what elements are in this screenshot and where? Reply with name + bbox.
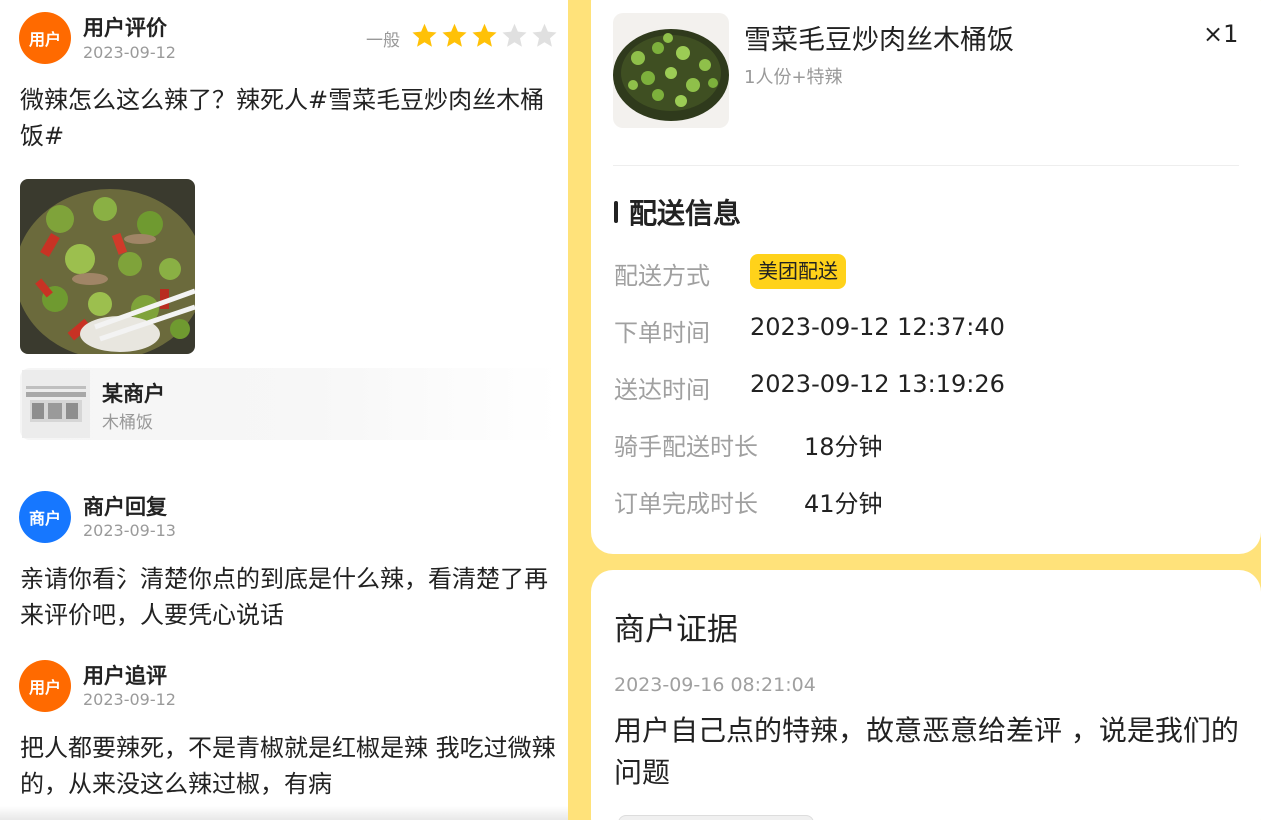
review-date: 2023-09-12 [83, 43, 176, 62]
merchant-avatar[interactable]: 商户 [19, 491, 71, 543]
reply-text: 亲请你看氵清楚你点的到底是什么辣，看清楚了再来评价吧，人要凭心说话 [20, 565, 548, 629]
evidence-title: 商户证据 [614, 612, 738, 648]
order-time-label: 下单时间 [614, 319, 710, 347]
section-marker [614, 201, 618, 223]
order-panel: 雪菜毛豆炒肉丝木桶饭 1人份+特辣 ×1 配送信息 配送方式 美团配送 下单时间… [568, 0, 1261, 820]
divider [0, 806, 568, 820]
evidence-photo[interactable] [618, 815, 814, 820]
completion-duration-value: 41分钟 [804, 490, 883, 518]
user-avatar[interactable]: 用户 [19, 660, 71, 712]
delivery-method-label: 配送方式 [614, 262, 710, 290]
completion-duration-label: 订单完成时长 [614, 490, 758, 518]
delivery-section-title: 配送信息 [629, 197, 742, 230]
followup-text: 把人都要辣死，不是青椒就是红椒是辣 我吃过微辣的，从来没这么辣过椒，有病 [20, 734, 556, 798]
product-spec: 1人份+特辣 [744, 67, 843, 88]
star-empty-icon [532, 23, 557, 47]
review-text: 微辣怎么这么辣了？辣死人#雪菜毛豆炒肉丝木桶饭# [20, 86, 545, 150]
star-filled-icon [472, 23, 497, 47]
review-panel: 用户 用户评价 2023-09-12 一般 微辣怎么这么辣了？辣死人#雪菜毛豆炒… [0, 0, 568, 820]
shop-name: 某商户 [102, 382, 165, 406]
order-time-value: 2023-09-12 12:37:40 [750, 313, 1005, 341]
rider-duration-value: 18分钟 [804, 433, 883, 461]
rider-duration-label: 骑手配送时长 [614, 433, 758, 461]
reply-label: 商户回复 [83, 495, 167, 519]
divider [613, 165, 1239, 166]
order-card: 雪菜毛豆炒肉丝木桶饭 1人份+特辣 ×1 配送信息 配送方式 美团配送 下单时间… [591, 0, 1261, 554]
review-user-label: 用户评价 [83, 16, 167, 40]
star-filled-icon [442, 23, 467, 47]
star-filled-icon [412, 23, 437, 47]
product-photo[interactable] [613, 13, 729, 128]
delivered-time-value: 2023-09-12 13:19:26 [750, 370, 1005, 398]
delivery-method-badge: 美团配送 [750, 254, 846, 289]
star-rating [411, 22, 558, 49]
shop-card[interactable]: 某商户 木桶饭 [20, 368, 560, 440]
review-photo[interactable] [20, 179, 195, 354]
delivered-time-label: 送达时间 [614, 376, 710, 404]
followup-date: 2023-09-12 [83, 690, 176, 709]
shop-storefront-icon [22, 370, 90, 438]
star-empty-icon [502, 23, 527, 47]
followup-label: 用户追评 [83, 664, 167, 688]
evidence-date: 2023-09-16 08:21:04 [614, 674, 816, 696]
shop-category: 木桶饭 [102, 413, 153, 433]
reply-date: 2023-09-13 [83, 521, 176, 540]
user-avatar[interactable]: 用户 [19, 12, 71, 64]
rating-label: 一般 [366, 31, 400, 51]
evidence-card: 商户证据 2023-09-16 08:21:04 用户自己点的特辣，故意恶意给差… [591, 570, 1261, 820]
evidence-text: 用户自己点的特辣，故意恶意给差评 ，说是我们的问题 [614, 714, 1239, 789]
product-quantity: ×1 [1203, 20, 1239, 48]
product-name: 雪菜毛豆炒肉丝木桶饭 [744, 25, 1014, 56]
